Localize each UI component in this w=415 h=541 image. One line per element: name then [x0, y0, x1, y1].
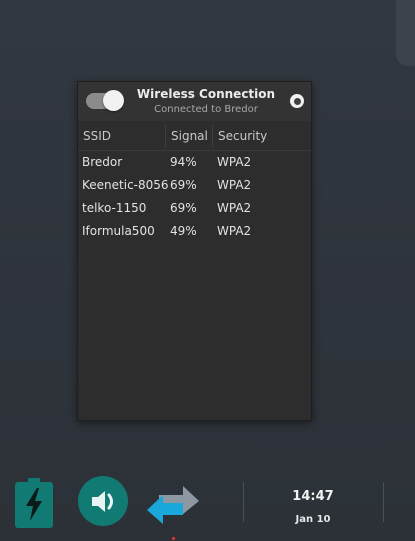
settings-button[interactable] — [290, 94, 304, 108]
taskbar: 14:47 Jan 10 — [0, 470, 415, 541]
network-security: WPA2 — [217, 201, 252, 215]
clock-time[interactable]: 14:47 — [270, 489, 356, 504]
network-row[interactable]: Keenetic-8056 69% WPA2 — [78, 174, 311, 197]
network-row[interactable]: telko-1150 69% WPA2 — [78, 197, 311, 220]
taskbar-divider — [243, 482, 244, 522]
network-signal: 69% — [170, 178, 197, 192]
network-signal: 49% — [170, 224, 197, 238]
network-row[interactable]: Iformula500 49% WPA2 — [78, 220, 311, 243]
toggle-knob — [103, 90, 124, 111]
column-header-ssid[interactable]: SSID — [83, 122, 163, 150]
volume-button[interactable] — [78, 476, 128, 526]
network-signal: 69% — [170, 201, 197, 215]
connection-status: Connected to Bredor — [154, 104, 258, 115]
network-transfer-icon[interactable] — [145, 477, 201, 531]
network-security: WPA2 — [217, 224, 252, 238]
column-header-signal[interactable]: Signal — [171, 122, 209, 150]
settings-icon — [293, 97, 301, 105]
activity-indicator — [172, 537, 175, 540]
battery-charging-icon[interactable] — [15, 478, 53, 532]
volume-icon — [92, 491, 113, 512]
network-signal: 94% — [170, 155, 197, 169]
clock-date: Jan 10 — [295, 514, 331, 525]
popup-header: Wireless Connection Connected to Bredor — [78, 82, 311, 121]
network-table-header: SSID Signal Security — [78, 122, 311, 151]
taskbar-divider — [383, 482, 384, 522]
network-ssid: Keenetic-8056 — [82, 178, 169, 192]
wireless-popup: Wireless Connection Connected to Bredor … — [77, 81, 312, 421]
network-security: WPA2 — [217, 178, 252, 192]
wifi-toggle[interactable] — [86, 90, 124, 111]
network-ssid: Iformula500 — [82, 224, 155, 238]
popup-title: Wireless Connection — [136, 87, 276, 101]
column-header-security[interactable]: Security — [218, 122, 298, 150]
network-ssid: telko-1150 — [82, 201, 147, 215]
column-divider — [165, 125, 166, 147]
network-ssid: Bredor — [82, 155, 123, 169]
network-security: WPA2 — [217, 155, 252, 169]
column-divider — [212, 125, 213, 147]
network-list: Bredor 94% WPA2 Keenetic-8056 69% WPA2 t… — [78, 151, 311, 243]
hot-corner[interactable] — [396, 0, 415, 66]
network-row[interactable]: Bredor 94% WPA2 — [78, 151, 311, 174]
